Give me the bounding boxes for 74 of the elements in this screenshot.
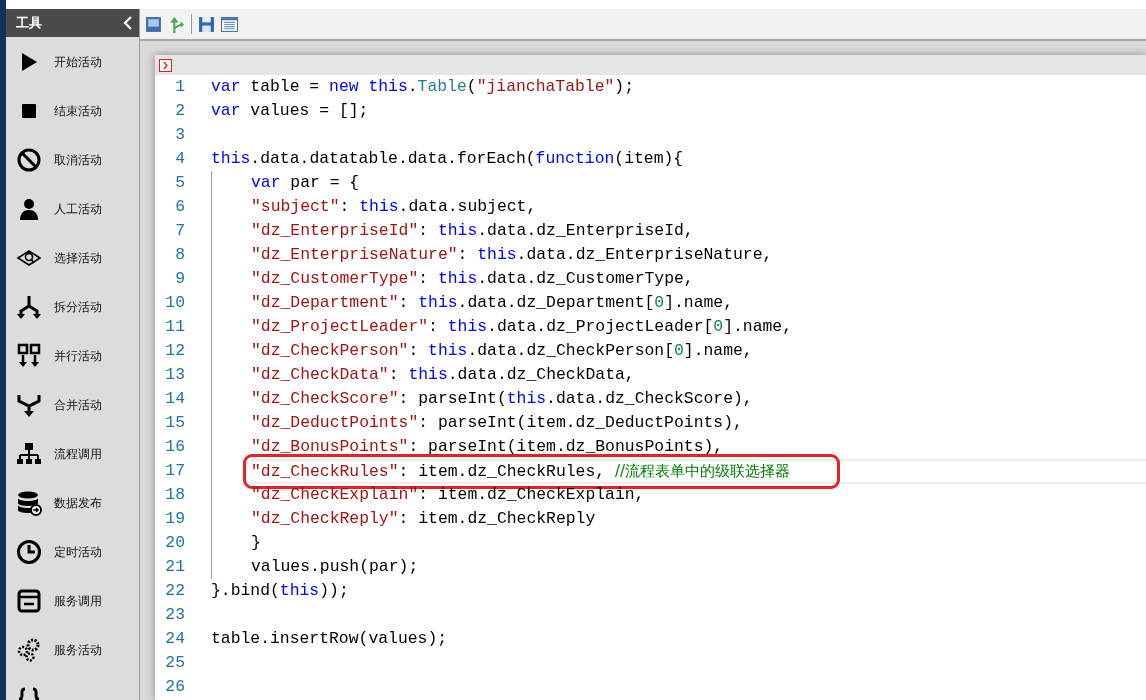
code-line: "dz_ProjectLeader": this.data.dz_ProjectLeader[0].name, (251, 316, 793, 338)
code-line: this.data.datatable.data.forEach(function(item){ (211, 148, 684, 170)
line-number: 5 (174, 172, 185, 194)
line-number: 20 (164, 532, 185, 554)
tool-item[interactable]: 流程调用 (54, 444, 102, 463)
line-number: 9 (174, 268, 185, 290)
line-number: 23 (164, 604, 185, 626)
line-number: 1 (174, 76, 185, 98)
code-line: "dz_CheckRules": item.dz_CheckRules, //流程表单中的级联选择器 (251, 461, 791, 481)
line-number: 18 (164, 484, 185, 506)
code-line: "dz_CustomerType": this.data.dz_CustomerType, (251, 268, 694, 290)
tool-item[interactable]: 并行活动 (54, 346, 102, 365)
code-line: var table = new this.Table("jianchaTable"); (211, 76, 635, 98)
tool-item[interactable]: 服务活动 (54, 640, 102, 659)
code-line: }.bind(this)); (211, 580, 349, 602)
code-line: "dz_DeductPoints": parseInt(item.dz_DeductPoints), (251, 412, 743, 434)
code-line: var par = { (251, 172, 360, 194)
code-line: "subject": this.data.subject, (251, 196, 537, 218)
line-number: 22 (164, 580, 185, 602)
gears-icon (16, 636, 42, 663)
sidebar-title: 工具 (16, 14, 42, 33)
tool-item[interactable]: 拆分活动 (54, 297, 102, 316)
line-number: 15 (164, 412, 185, 434)
tool-item[interactable]: 结束活动 (54, 101, 102, 120)
code-line: table.insertRow(values); (211, 628, 448, 650)
code-line: "dz_BonusPoints": parseInt(item.dz_BonusPoints), (251, 436, 724, 458)
code-line: "dz_EnterpriseId": this.data.dz_EnterpriseId, (251, 220, 694, 242)
line-number: 8 (174, 244, 185, 266)
code-line: "dz_EnterpriseNature": this.data.dz_EnterpriseNature, (251, 244, 773, 266)
line-number: 17 (164, 460, 185, 482)
code-line: "dz_CheckPerson": this.data.dz_CheckPerson[0].name, (251, 340, 753, 362)
window-icon (16, 587, 42, 614)
line-number: 13 (164, 364, 185, 386)
line-number: 21 (164, 556, 185, 578)
line-number: 16 (164, 436, 185, 458)
line-number: 26 (164, 676, 185, 698)
tool-item[interactable]: 开始活动 (54, 52, 102, 71)
split-arrows-icon (16, 293, 42, 320)
line-number: 24 (164, 628, 185, 650)
code-line: } (251, 532, 261, 554)
line-number: 7 (174, 220, 185, 242)
tool-item[interactable]: 人工活动 (54, 199, 102, 218)
collapse-chevron-icon[interactable] (123, 16, 133, 30)
database-icon (16, 489, 42, 516)
line-number: 11 (164, 316, 185, 338)
line-number: 3 (174, 124, 185, 146)
prohibited-icon (16, 146, 42, 173)
code-line: values.push(par); (251, 556, 419, 578)
line-number: 2 (174, 100, 185, 122)
code-line: "dz_Department": this.data.dz_Department[0].name, (251, 292, 734, 314)
code-line: "dz_CheckReply": item.dz_CheckReply (251, 508, 596, 530)
list-window-icon[interactable] (221, 15, 238, 33)
line-number: 6 (174, 196, 185, 218)
tool-item[interactable]: 数据发布 (54, 493, 102, 512)
code-line: "dz_CheckExplain": item.dz_CheckExplain, (251, 484, 645, 506)
tool-item[interactable]: 定时活动 (54, 542, 102, 561)
code-line: "dz_CheckScore": parseInt(this.data.dz_CheckScore), (251, 388, 753, 410)
line-number: 19 (164, 508, 185, 530)
tool-item[interactable]: 选择活动 (54, 248, 102, 267)
tool-item[interactable]: 合并活动 (54, 395, 102, 414)
code-line: var values = []; (211, 100, 369, 122)
tool-item[interactable]: 取消活动 (54, 150, 102, 169)
line-number: 12 (164, 340, 185, 362)
clock-icon (16, 538, 42, 565)
code-line: "dz_CheckData": this.data.dz_CheckData, (251, 364, 635, 386)
line-number: 10 (164, 292, 185, 314)
line-number: 25 (164, 652, 185, 674)
tool-item[interactable]: 服务调用 (54, 591, 102, 610)
line-number: 4 (174, 148, 185, 170)
line-number: 14 (164, 388, 185, 410)
branch-arrow-icon[interactable] (168, 15, 185, 33)
save-icon[interactable] (145, 15, 162, 33)
hierarchy-icon (16, 440, 42, 467)
parallel-arrows-icon (16, 342, 42, 369)
